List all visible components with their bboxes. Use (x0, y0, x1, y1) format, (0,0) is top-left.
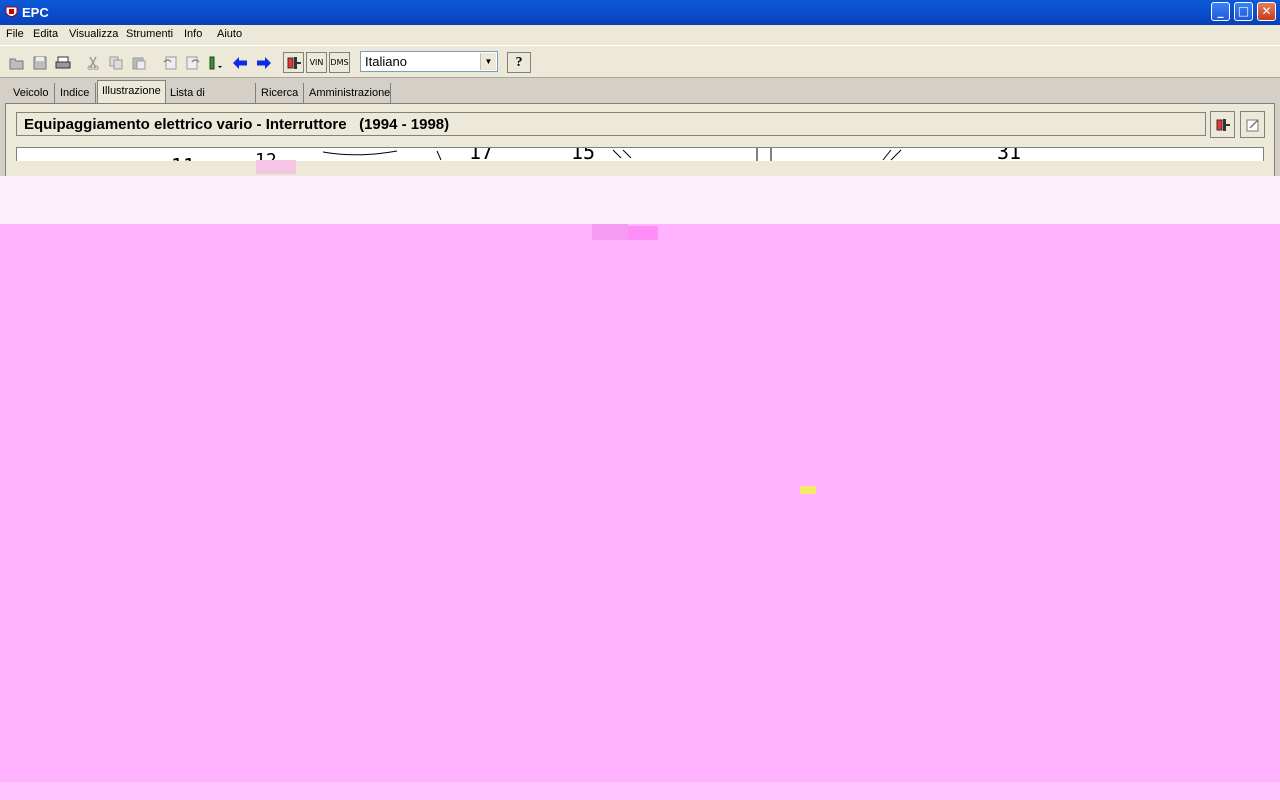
overlay-artifact (256, 160, 296, 174)
copy-icon[interactable] (105, 52, 126, 73)
parts-list-icon[interactable] (283, 52, 304, 73)
vin-button[interactable]: VIN (306, 52, 327, 73)
overlay-artifact (592, 224, 628, 240)
forward-arrow-icon[interactable] (253, 52, 274, 73)
dms-button[interactable]: DMS (329, 52, 350, 73)
print-icon[interactable] (52, 52, 73, 73)
bookmark-dropdown-icon[interactable] (205, 52, 226, 73)
illustration-header: Equipaggiamento elettrico vario - Interr… (16, 112, 1206, 136)
dms-label: DMS (330, 58, 349, 67)
year-range: (1994 - 1998) (359, 116, 450, 133)
tab-veicolo[interactable]: Veicolo (9, 83, 55, 103)
menu-aiuto[interactable]: Aiuto (217, 28, 242, 40)
drawing-lines (322, 148, 902, 161)
edit-note-button[interactable] (1240, 111, 1265, 138)
back-arrow-icon[interactable] (229, 52, 250, 73)
menu-file[interactable]: File (6, 28, 24, 40)
save-icon[interactable] (29, 52, 50, 73)
paste-icon[interactable] (128, 52, 149, 73)
parts-list-button[interactable] (1210, 111, 1235, 138)
tab-lista-di-selezione[interactable]: Lista di selezione (166, 83, 256, 119)
overlay-artifact (800, 486, 816, 494)
undo-icon[interactable] (159, 52, 180, 73)
toolbar: VIN DMS ? (0, 45, 1280, 78)
app-logo-icon (5, 6, 18, 17)
menu-visualizza[interactable]: Visualizza (69, 28, 118, 40)
language-value: Italiano (365, 54, 407, 69)
exploded-view-drawing[interactable]: 11 12 17 15 31 (16, 147, 1264, 161)
cut-icon[interactable] (82, 52, 103, 73)
language-select[interactable]: Italiano ▼ (360, 51, 498, 72)
tab-indice[interactable]: Indice (56, 83, 96, 103)
redo-icon[interactable] (182, 52, 203, 73)
title-bar: EPC _ □ ✕ (0, 0, 1280, 25)
menu-strumenti[interactable]: Strumenti (126, 28, 173, 40)
minimize-button[interactable]: _ (1211, 2, 1230, 21)
maximize-button[interactable]: □ (1234, 2, 1253, 21)
help-button[interactable]: ? (507, 52, 531, 73)
help-icon: ? (515, 54, 523, 70)
chevron-down-icon[interactable]: ▼ (480, 53, 496, 70)
menu-edita[interactable]: Edita (33, 28, 58, 40)
menu-info[interactable]: Info (184, 28, 202, 40)
parts-list-icon (1216, 118, 1230, 131)
window-title: EPC (22, 5, 49, 20)
image-overlay (0, 224, 1280, 800)
vin-label: VIN (309, 58, 324, 67)
overlay-artifact (628, 226, 658, 240)
tab-illustrazione[interactable]: Illustrazione (97, 80, 166, 103)
tab-ricerca[interactable]: Ricerca (257, 83, 304, 103)
illustration-title: Equipaggiamento elettrico vario - Interr… (24, 116, 450, 133)
image-overlay-bottom (0, 782, 1280, 800)
close-button[interactable]: ✕ (1257, 2, 1276, 21)
menu-bar: File Edita Visualizza Strumenti Info Aiu… (0, 25, 1280, 45)
edit-note-icon (1246, 118, 1259, 131)
open-icon[interactable] (6, 52, 27, 73)
tab-amministrazione[interactable]: Amministrazione (305, 83, 391, 103)
